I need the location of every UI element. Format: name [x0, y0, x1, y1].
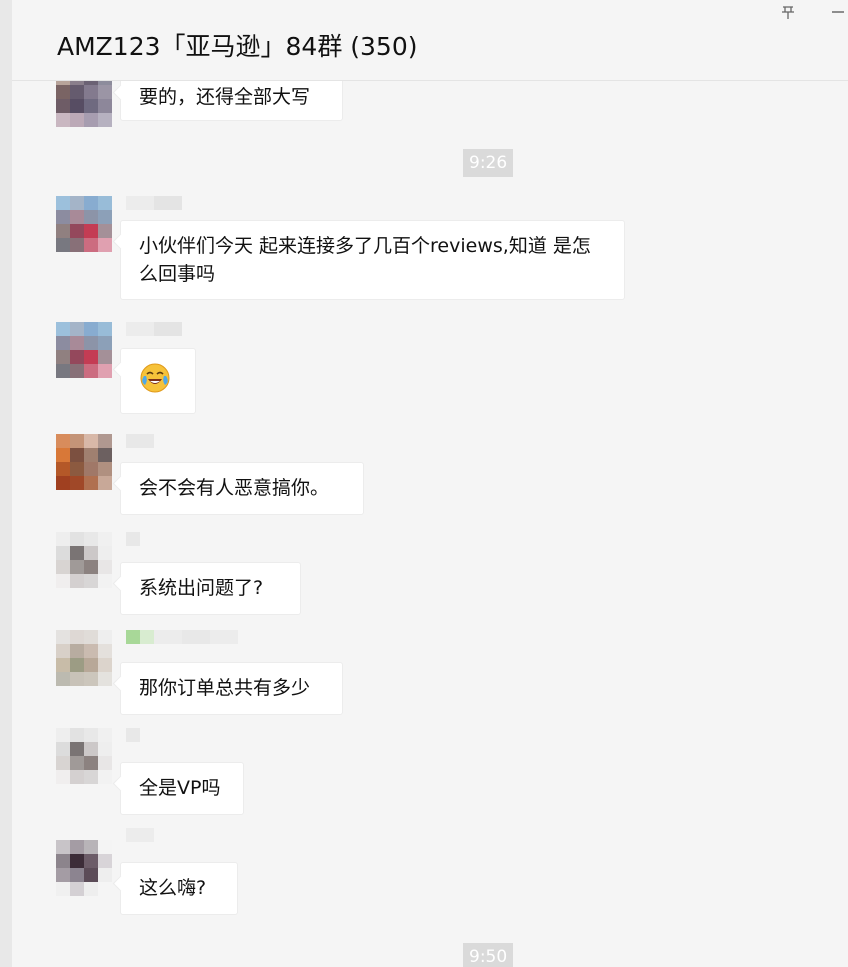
message-text: 要的，还得全部大写 [139, 86, 311, 108]
avatar[interactable] [56, 196, 112, 252]
avatar[interactable] [56, 728, 112, 784]
avatar[interactable] [56, 81, 112, 127]
message-bubble[interactable]: 要的，还得全部大写 [120, 81, 343, 121]
message-bubble[interactable]: 那你订单总共有多少 [120, 662, 343, 715]
message-bubble[interactable]: 这么嗨? [120, 862, 238, 915]
sender-name-blurred [126, 196, 182, 210]
message-list[interactable]: 要的，还得全部大写 9:26 小伙伴们今天 起来连接多了几百个reviews,知… [12, 81, 848, 967]
chat-header: AMZ123「亚马逊」84群 (350) [12, 0, 848, 81]
message-bubble[interactable]: 小伙伴们今天 起来连接多了几百个reviews,知道 是怎么回事吗 [120, 220, 625, 300]
message-text: 小伙伴们今天 起来连接多了几百个reviews,知道 是怎么回事吗 [139, 235, 591, 285]
message-text: 会不会有人恶意搞你。 [139, 477, 330, 499]
pin-icon[interactable] [772, 0, 804, 24]
message-bubble[interactable] [120, 348, 196, 414]
timestamp: 9:50 [463, 943, 514, 967]
avatar[interactable] [56, 532, 112, 588]
chat-title: AMZ123「亚马逊」84群 (350) [57, 32, 418, 61]
sender-name-blurred [126, 322, 182, 336]
pin-glyph [782, 6, 794, 19]
message-bubble[interactable]: 会不会有人恶意搞你。 [120, 462, 364, 515]
message-bubble[interactable]: 系统出问题了? [120, 562, 301, 615]
left-window-edge [0, 0, 12, 967]
sender-name-blurred [126, 828, 154, 842]
message-text: 系统出问题了? [139, 577, 264, 599]
avatar[interactable] [56, 434, 112, 490]
minimize-button[interactable] [822, 0, 848, 24]
minimize-icon [832, 11, 844, 13]
avatar[interactable] [56, 630, 112, 686]
message-text: 那你订单总共有多少 [139, 677, 311, 699]
sender-name-blurred [126, 434, 154, 448]
sender-name-blurred [126, 532, 140, 546]
message-text: 全是VP吗 [139, 777, 221, 799]
sender-name-blurred [126, 630, 238, 644]
timestamp: 9:26 [463, 149, 514, 177]
message-bubble[interactable]: 全是VP吗 [120, 762, 244, 815]
avatar[interactable] [56, 840, 112, 896]
sender-name-blurred [126, 728, 140, 742]
crying-laughing-face-icon [140, 363, 170, 393]
message-text: 这么嗨? [139, 877, 207, 899]
avatar[interactable] [56, 322, 112, 378]
